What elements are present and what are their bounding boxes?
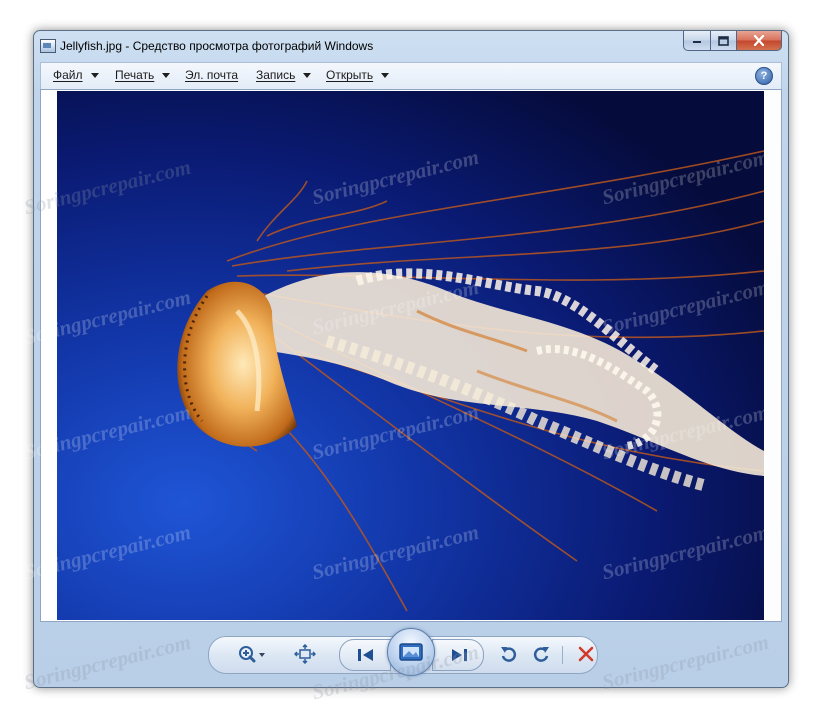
zoom-icon bbox=[239, 646, 265, 663]
rotate-counterclockwise-icon bbox=[501, 647, 517, 662]
menu-print[interactable]: Печать bbox=[115, 68, 171, 82]
minimize-button[interactable] bbox=[683, 31, 711, 51]
help-button[interactable]: ? bbox=[755, 67, 773, 85]
menu-burn[interactable]: Запись bbox=[256, 68, 312, 82]
slideshow-icon bbox=[399, 643, 423, 661]
menu-open[interactable]: Открыть bbox=[326, 68, 390, 82]
slideshow-button[interactable] bbox=[387, 628, 435, 676]
chevron-down-icon bbox=[162, 72, 171, 78]
minimize-icon bbox=[693, 40, 701, 43]
menu-file-label: Файл bbox=[53, 68, 83, 82]
menu-print-label: Печать bbox=[115, 68, 155, 82]
previous-icon bbox=[358, 649, 373, 661]
chevron-down-icon bbox=[90, 72, 99, 78]
menu-open-label: Открыть bbox=[326, 68, 374, 82]
rotate-clockwise-icon bbox=[533, 647, 549, 662]
fit-to-window-icon bbox=[294, 644, 316, 664]
delete-icon bbox=[578, 646, 594, 662]
maximize-icon bbox=[718, 35, 729, 46]
previous-button[interactable] bbox=[339, 639, 391, 671]
photo-viewer-window: Jellyfish.jpg - Средство просмотра фотог… bbox=[33, 30, 789, 688]
close-button[interactable] bbox=[737, 31, 782, 51]
jellyfish-photo bbox=[57, 91, 764, 620]
delete-button[interactable] bbox=[573, 641, 599, 667]
help-icon: ? bbox=[760, 70, 768, 82]
menu-file[interactable]: Файл bbox=[53, 68, 99, 82]
menu-burn-label: Запись bbox=[256, 68, 296, 82]
app-icon bbox=[40, 39, 56, 53]
fit-to-window-button[interactable] bbox=[292, 641, 318, 667]
zoom-button[interactable] bbox=[234, 641, 268, 667]
right-margin bbox=[765, 90, 781, 621]
image-viewport bbox=[40, 89, 782, 622]
navigation-bar bbox=[34, 623, 788, 687]
rotate-counterclockwise-button[interactable] bbox=[496, 641, 522, 667]
caption-buttons bbox=[683, 31, 782, 51]
chevron-down-icon bbox=[381, 72, 390, 78]
maximize-button[interactable] bbox=[711, 31, 737, 51]
title-bar[interactable]: Jellyfish.jpg - Средство просмотра фотог… bbox=[34, 31, 788, 61]
menu-email-label: Эл. почта bbox=[185, 68, 239, 82]
next-icon bbox=[452, 649, 467, 661]
rotate-clockwise-button[interactable] bbox=[528, 641, 554, 667]
close-icon bbox=[753, 35, 765, 46]
chevron-down-icon bbox=[303, 72, 312, 78]
toolbar-separator bbox=[562, 646, 563, 664]
window-title: Jellyfish.jpg - Средство просмотра фотог… bbox=[60, 39, 374, 53]
menu-email[interactable]: Эл. почта bbox=[185, 68, 238, 82]
next-button[interactable] bbox=[432, 639, 484, 671]
command-bar: Файл Печать Эл. почта Запись Открыть ? bbox=[40, 62, 782, 90]
